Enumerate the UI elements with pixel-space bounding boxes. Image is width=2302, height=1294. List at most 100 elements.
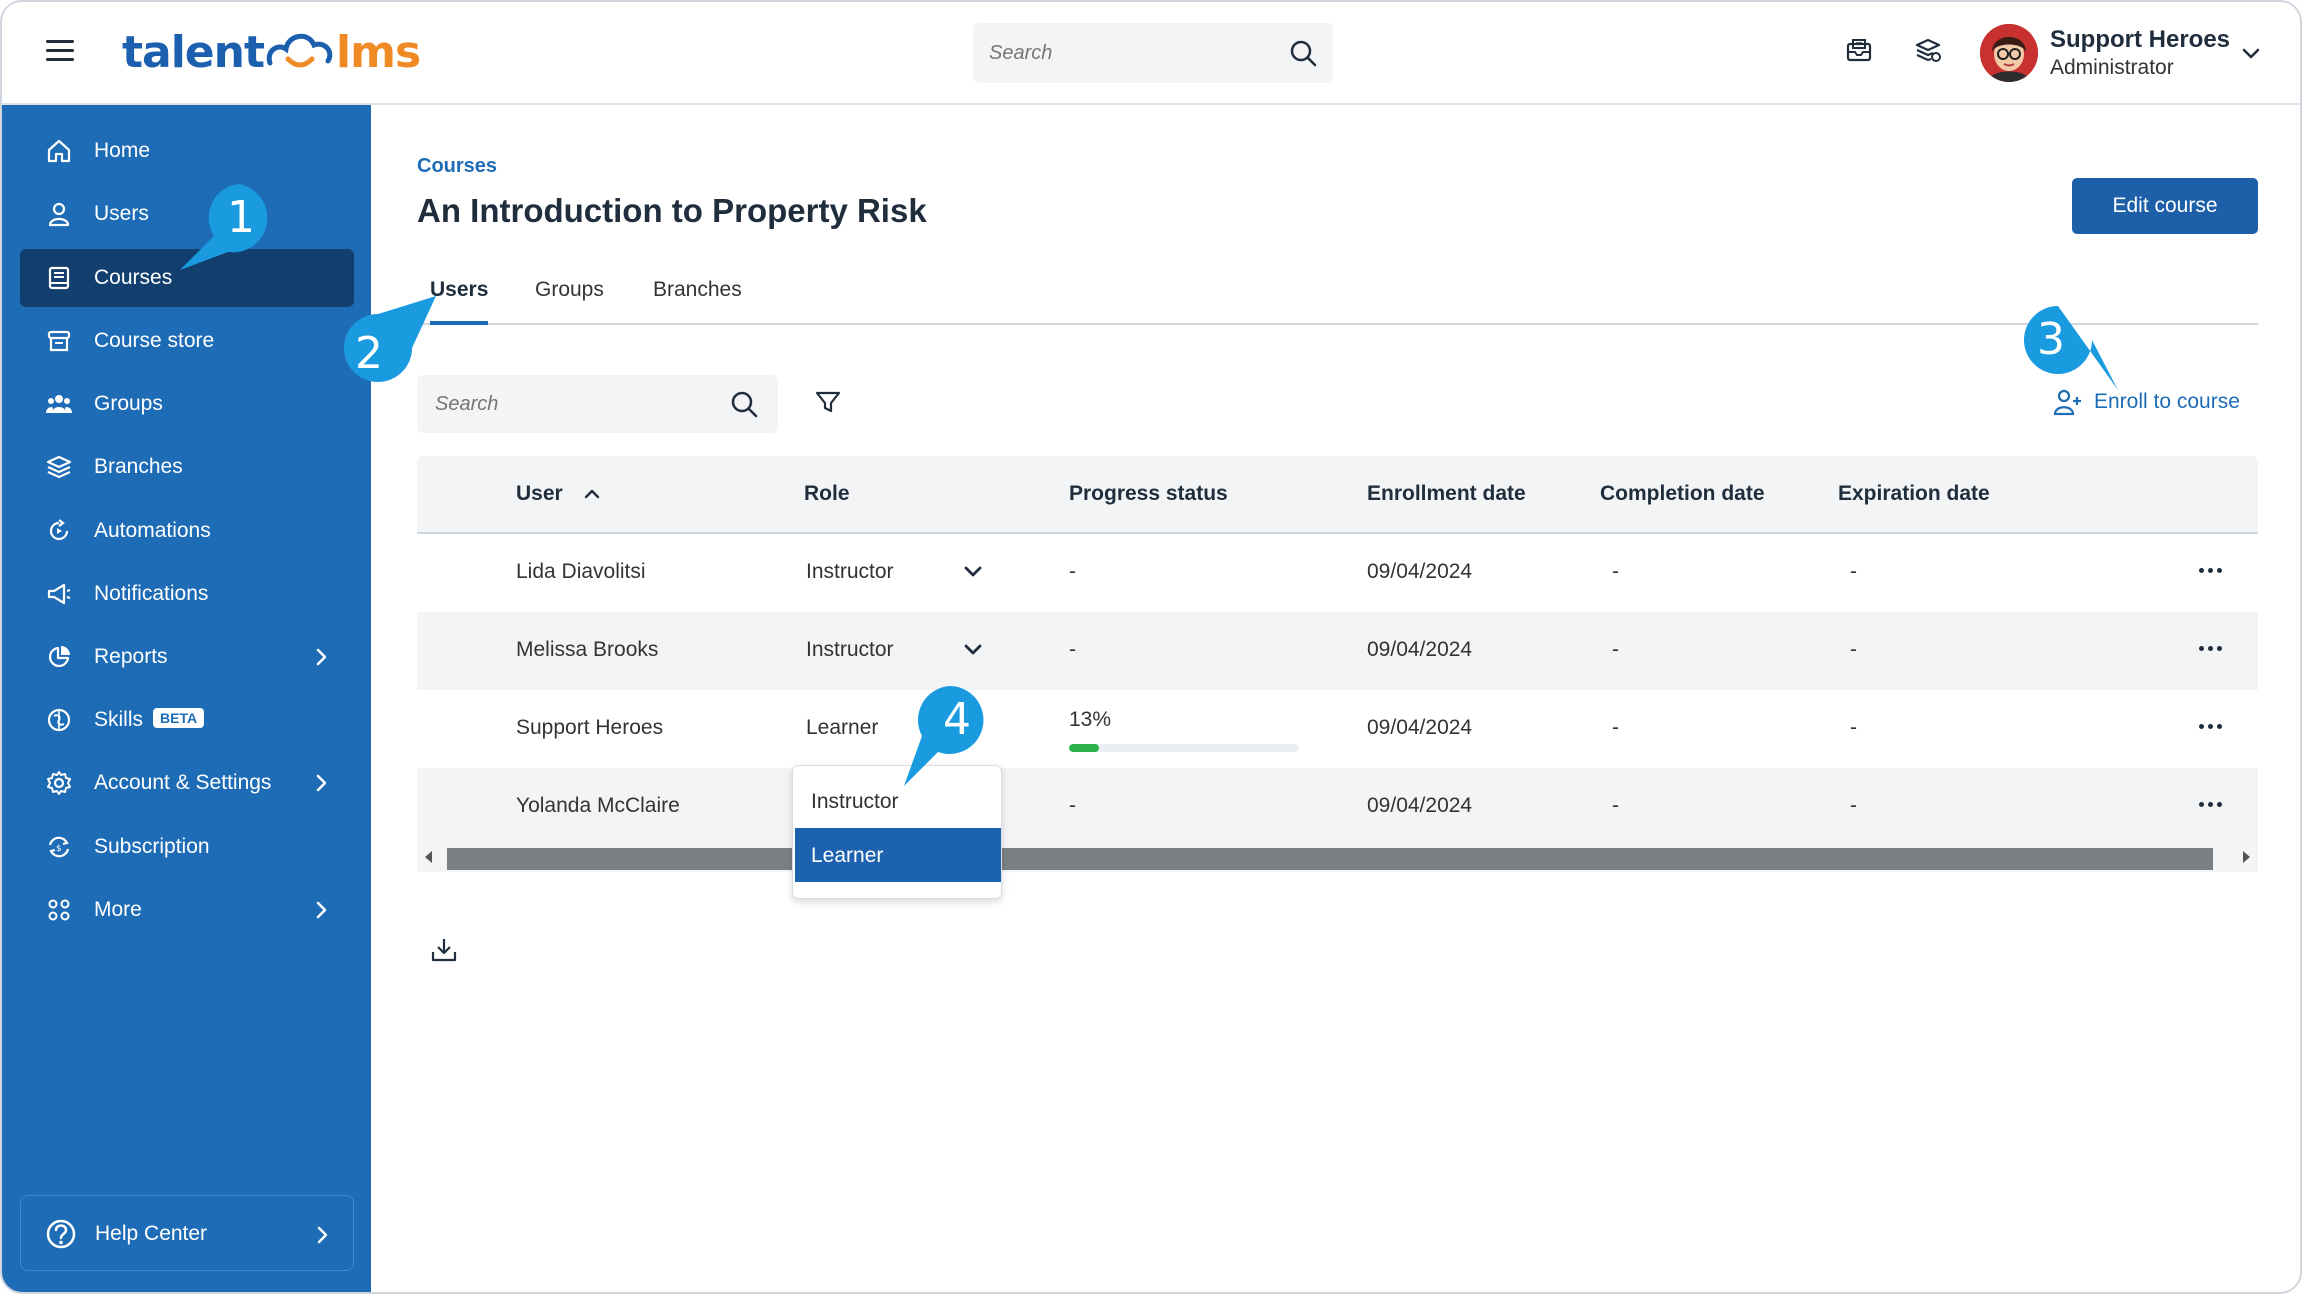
cell-progress: - bbox=[1069, 638, 1076, 661]
more-options-icon[interactable] bbox=[2199, 638, 2229, 652]
filter-icon[interactable] bbox=[814, 388, 842, 416]
chevron-down-icon[interactable] bbox=[962, 639, 984, 661]
sidebar-item-label: Account & Settings bbox=[94, 771, 272, 794]
cell-role[interactable]: Instructor bbox=[806, 560, 894, 584]
table-row[interactable]: Melissa Brooks Instructor - 09/04/2024 -… bbox=[417, 612, 2258, 690]
table-row[interactable]: Yolanda McClaire - 09/04/2024 - - bbox=[417, 768, 2258, 846]
scroll-right-arrow-icon[interactable] bbox=[2243, 851, 2250, 863]
cell-role[interactable]: Learner bbox=[806, 716, 878, 740]
progress-bar-fill bbox=[1069, 744, 1099, 752]
table-row[interactable]: Support Heroes Learner 13% 09/04/2024 - … bbox=[417, 690, 2258, 768]
cell-progress: - bbox=[1069, 560, 1076, 583]
callout-2: 2 bbox=[336, 288, 446, 398]
user-avatar bbox=[1980, 24, 2038, 82]
sidebar-item-label: Branches bbox=[94, 455, 183, 478]
column-header-completion[interactable]: Completion date bbox=[1600, 482, 1765, 506]
callout-2-number: 2 bbox=[355, 328, 383, 379]
column-header-enrollment[interactable]: Enrollment date bbox=[1367, 482, 1526, 506]
column-header-progress[interactable]: Progress status bbox=[1069, 482, 1228, 506]
page-title: An Introduction to Property Risk bbox=[417, 192, 927, 229]
chevron-down-icon[interactable] bbox=[962, 561, 984, 583]
sidebar-item-automations[interactable]: Automations bbox=[20, 502, 354, 560]
users-search-input[interactable] bbox=[435, 375, 715, 433]
callout-1-number: 1 bbox=[227, 192, 255, 243]
store-icon bbox=[47, 330, 71, 352]
sidebar-item-course-store[interactable]: Course store bbox=[20, 312, 354, 370]
users-search[interactable] bbox=[417, 375, 778, 433]
talentlms-logo[interactable]: talent lms bbox=[122, 24, 421, 80]
cell-user[interactable]: Yolanda McClaire bbox=[516, 794, 680, 818]
table-header: User Role Progress status Enrollment dat… bbox=[417, 456, 2258, 534]
branches-switch-icon[interactable] bbox=[1913, 36, 1943, 66]
user-icon bbox=[48, 202, 70, 227]
scroll-left-arrow-icon[interactable] bbox=[425, 851, 432, 863]
top-bar: talent lms Search Support Heroes Adminis… bbox=[2, 2, 2300, 105]
global-search-input[interactable] bbox=[989, 23, 1269, 83]
sidebar-item-subscription[interactable]: $ Subscription bbox=[20, 818, 354, 876]
cell-expiration: - bbox=[1850, 794, 1857, 817]
column-header-role[interactable]: Role bbox=[804, 482, 850, 506]
megaphone-icon bbox=[47, 583, 71, 605]
sidebar-item-label: Reports bbox=[94, 645, 168, 668]
download-icon[interactable] bbox=[430, 936, 458, 964]
scrollbar-thumb[interactable] bbox=[447, 848, 2213, 870]
tab-branches[interactable]: Branches bbox=[653, 278, 742, 325]
cell-expiration: - bbox=[1850, 560, 1857, 583]
sidebar-item-skills[interactable]: Skills BETA bbox=[20, 691, 354, 749]
cell-progress: 13% bbox=[1069, 708, 1112, 731]
sidebar-item-label: More bbox=[94, 898, 142, 921]
tab-groups[interactable]: Groups bbox=[535, 278, 604, 325]
chevron-right-icon bbox=[316, 648, 327, 666]
column-header-expiration[interactable]: Expiration date bbox=[1838, 482, 1990, 506]
search-icon[interactable] bbox=[730, 390, 758, 418]
messages-icon[interactable] bbox=[1844, 36, 1874, 66]
app-window: talent lms Search Support Heroes Adminis… bbox=[0, 0, 2302, 1294]
automation-icon bbox=[49, 519, 69, 541]
sidebar-item-label: Courses bbox=[94, 266, 173, 289]
chevron-right-icon bbox=[316, 774, 327, 792]
callout-1: 1 bbox=[172, 180, 282, 290]
chevron-right-icon bbox=[317, 1226, 328, 1244]
user-menu[interactable]: Support Heroes Administrator bbox=[1968, 20, 2284, 90]
role-option-learner[interactable]: Learner bbox=[795, 828, 1001, 882]
help-center-label: Help Center bbox=[95, 1222, 208, 1245]
more-options-icon[interactable] bbox=[2199, 560, 2229, 574]
horizontal-scrollbar[interactable] bbox=[417, 845, 2258, 872]
table-row[interactable]: Lida Diavolitsi Instructor - 09/04/2024 … bbox=[417, 534, 2258, 612]
course-tabs: Users Groups Branches bbox=[417, 270, 2258, 325]
chevron-down-icon[interactable] bbox=[2240, 42, 2262, 64]
cell-role[interactable]: Instructor bbox=[806, 638, 894, 662]
breadcrumb-courses-link[interactable]: Courses bbox=[417, 155, 497, 178]
more-options-icon[interactable] bbox=[2199, 794, 2229, 808]
column-header-user-label: User bbox=[516, 482, 563, 505]
subscription-icon: $ bbox=[48, 836, 70, 858]
sidebar-item-branches[interactable]: Branches bbox=[20, 438, 354, 496]
sidebar-item-home[interactable]: Home bbox=[20, 122, 354, 180]
sidebar-item-label: Subscription bbox=[94, 835, 210, 858]
sidebar-item-groups[interactable]: Groups bbox=[20, 375, 354, 433]
cell-user[interactable]: Melissa Brooks bbox=[516, 638, 658, 662]
sort-ascending-icon[interactable] bbox=[583, 485, 601, 503]
sidebar-item-label: Notifications bbox=[94, 582, 209, 605]
sidebar-item-notifications[interactable]: Notifications bbox=[20, 565, 354, 623]
help-center-button[interactable]: Help Center bbox=[20, 1195, 354, 1271]
cell-user[interactable]: Lida Diavolitsi bbox=[516, 560, 646, 584]
book-icon bbox=[48, 266, 70, 290]
callout-4-number: 4 bbox=[943, 694, 971, 745]
cell-expiration: - bbox=[1850, 716, 1857, 739]
cell-completion: - bbox=[1612, 794, 1619, 817]
chevron-right-icon bbox=[316, 901, 327, 919]
more-options-icon[interactable] bbox=[2199, 716, 2229, 730]
edit-course-button[interactable]: Edit course bbox=[2072, 178, 2258, 234]
column-header-user[interactable]: User bbox=[516, 482, 601, 506]
search-icon[interactable] bbox=[1289, 39, 1317, 67]
home-icon bbox=[47, 139, 71, 163]
hamburger-menu-icon[interactable] bbox=[46, 40, 74, 64]
sidebar-item-reports[interactable]: Reports bbox=[20, 628, 354, 686]
user-role: Administrator bbox=[2050, 56, 2174, 79]
sidebar-item-account-settings[interactable]: Account & Settings bbox=[20, 754, 354, 812]
global-search[interactable] bbox=[973, 23, 1333, 83]
sidebar-item-more[interactable]: More bbox=[20, 881, 354, 939]
cell-progress: - bbox=[1069, 794, 1076, 817]
cell-user[interactable]: Support Heroes bbox=[516, 716, 663, 740]
